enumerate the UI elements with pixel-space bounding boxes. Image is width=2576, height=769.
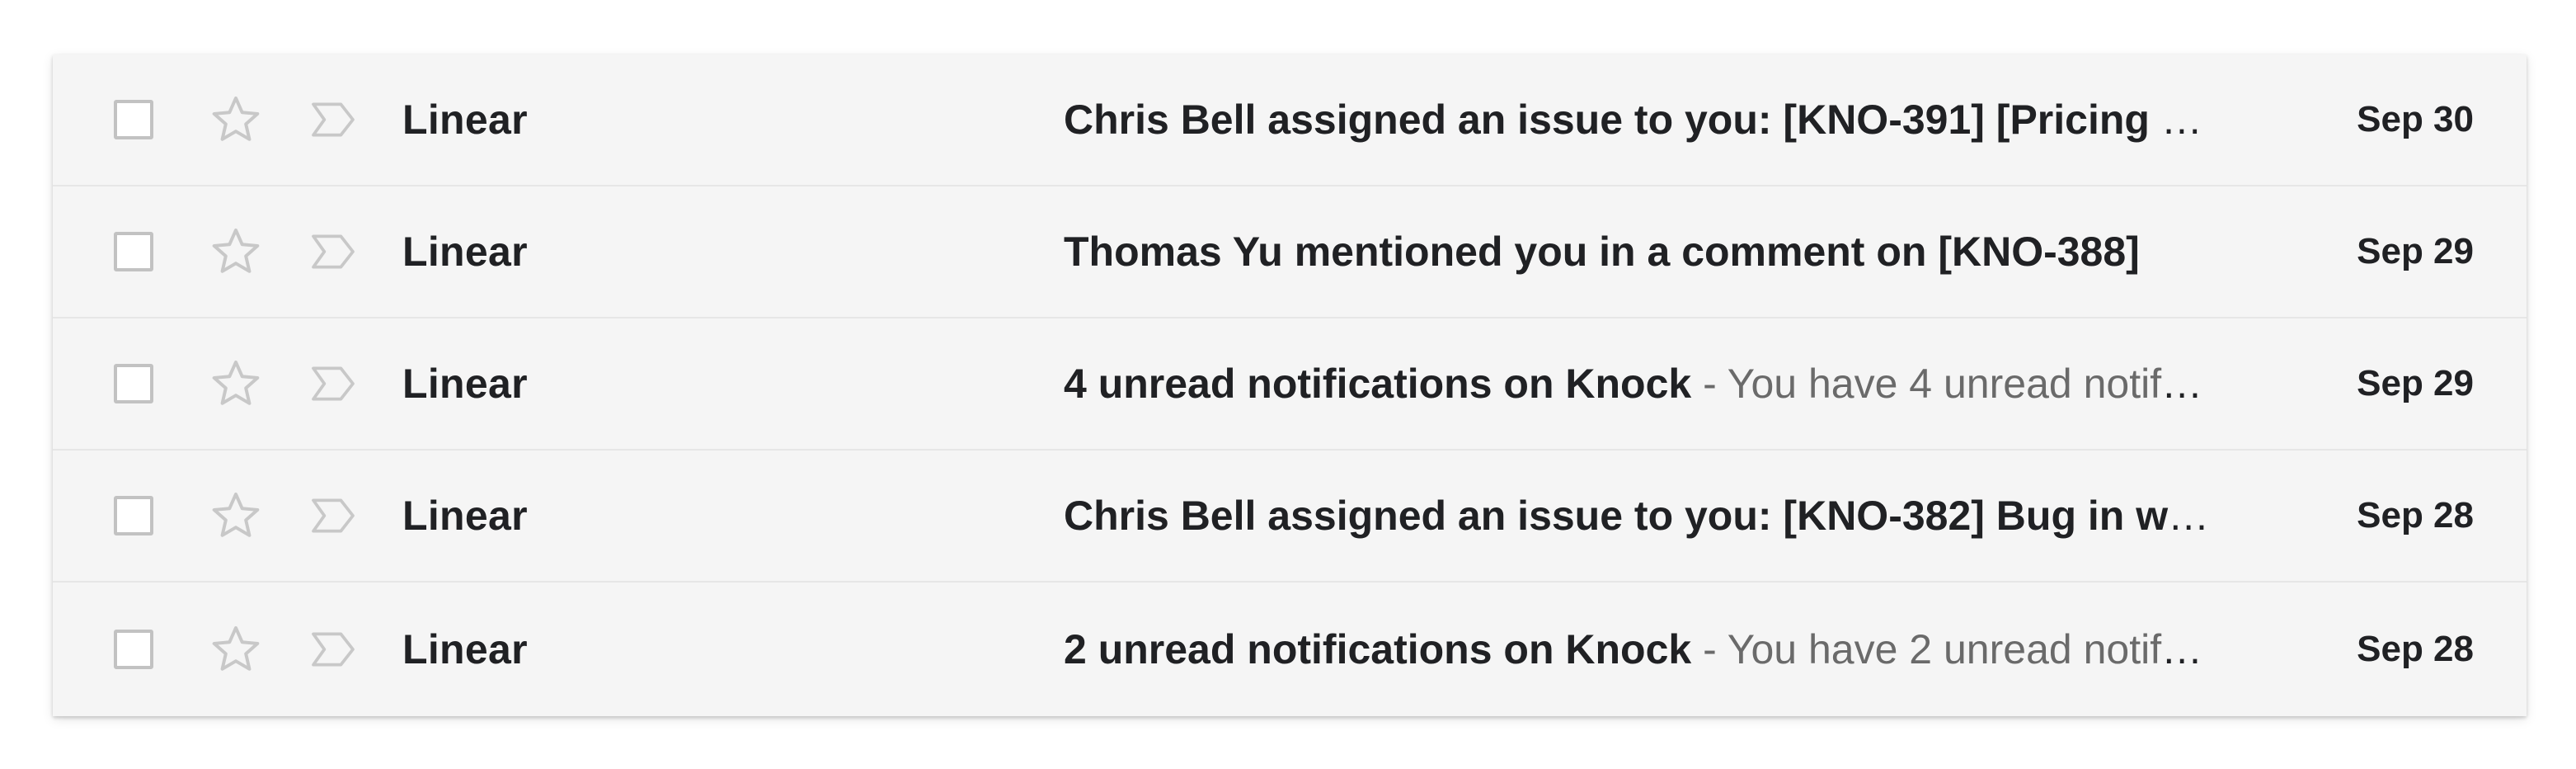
email-snippet: - You have 4 unread notifications bbox=[1703, 361, 2210, 407]
important-marker-icon[interactable] bbox=[307, 623, 360, 676]
select-checkbox[interactable] bbox=[114, 496, 153, 535]
email-subject: 2 unread notifications on Knock bbox=[1064, 626, 1692, 672]
email-row[interactable]: Linear 4 unread notifications on Knock -… bbox=[53, 318, 2527, 451]
sender-name: Linear bbox=[402, 229, 528, 275]
email-content: Chris Bell assigned an issue to you: [KN… bbox=[1064, 492, 2210, 540]
email-content: Thomas Yu mentioned you in a comment on … bbox=[1064, 228, 2210, 276]
email-row[interactable]: Linear Chris Bell assigned an issue to y… bbox=[53, 54, 2527, 186]
sender-name: Linear bbox=[402, 493, 528, 539]
email-date: Sep 28 bbox=[2357, 495, 2474, 535]
page: Linear Chris Bell assigned an issue to y… bbox=[0, 0, 2576, 769]
email-date: Sep 30 bbox=[2357, 99, 2474, 139]
email-row[interactable]: Linear Chris Bell assigned an issue to y… bbox=[53, 451, 2527, 583]
email-content: Chris Bell assigned an issue to you: [KN… bbox=[1064, 96, 2210, 144]
star-icon[interactable] bbox=[208, 224, 264, 280]
email-list: Linear Chris Bell assigned an issue to y… bbox=[53, 54, 2527, 716]
important-marker-icon[interactable] bbox=[307, 225, 360, 278]
star-icon[interactable] bbox=[208, 356, 264, 412]
sender-name: Linear bbox=[402, 97, 528, 143]
select-checkbox[interactable] bbox=[114, 232, 153, 271]
email-row[interactable]: Linear Thomas Yu mentioned you in a comm… bbox=[53, 186, 2527, 318]
sender-name: Linear bbox=[402, 361, 528, 407]
star-icon[interactable] bbox=[208, 621, 264, 677]
email-subject: Chris Bell assigned an issue to you: [KN… bbox=[1064, 493, 2210, 539]
select-checkbox[interactable] bbox=[114, 630, 153, 669]
email-subject: 4 unread notifications on Knock bbox=[1064, 361, 1692, 407]
sender-name: Linear bbox=[402, 626, 528, 672]
important-marker-icon[interactable] bbox=[307, 93, 360, 146]
email-snippet: - You have 2 unread notifications bbox=[1703, 626, 2210, 672]
email-date: Sep 28 bbox=[2357, 629, 2474, 669]
important-marker-icon[interactable] bbox=[307, 489, 360, 542]
email-subject: Chris Bell assigned an issue to you: [KN… bbox=[1064, 97, 2210, 143]
select-checkbox[interactable] bbox=[114, 364, 153, 403]
select-checkbox[interactable] bbox=[114, 100, 153, 139]
star-icon[interactable] bbox=[208, 92, 264, 148]
email-subject: Thomas Yu mentioned you in a comment on … bbox=[1064, 229, 2140, 275]
email-date: Sep 29 bbox=[2357, 363, 2474, 403]
email-content: 4 unread notifications on Knock - You ha… bbox=[1064, 360, 2210, 408]
email-row[interactable]: Linear 2 unread notifications on Knock -… bbox=[53, 583, 2527, 716]
important-marker-icon[interactable] bbox=[307, 357, 360, 410]
email-content: 2 unread notifications on Knock - You ha… bbox=[1064, 625, 2210, 673]
star-icon[interactable] bbox=[208, 488, 264, 544]
email-date: Sep 29 bbox=[2357, 231, 2474, 271]
